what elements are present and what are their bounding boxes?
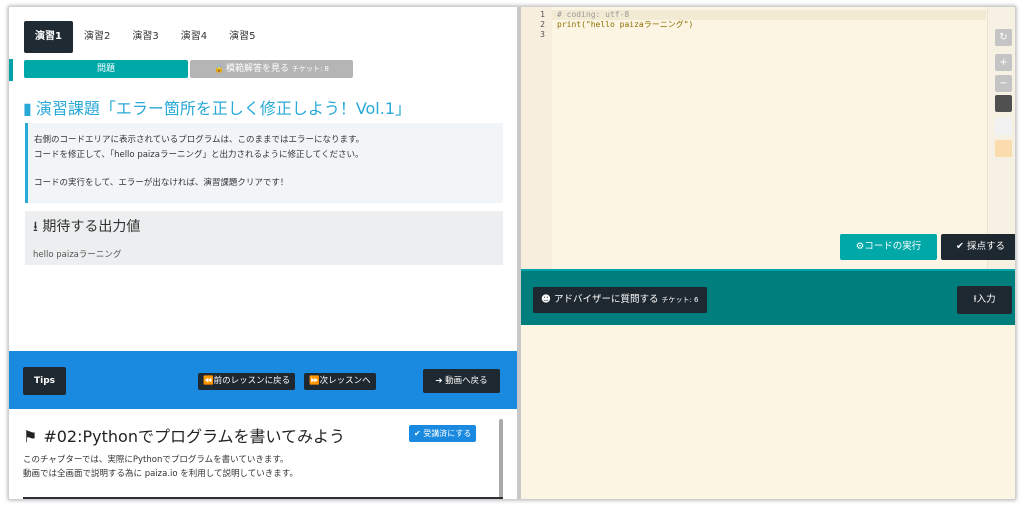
zoom-in-icon[interactable]: + [995, 54, 1012, 71]
code-function: print [557, 20, 582, 29]
code-line-1: # coding: utf-8 [557, 10, 630, 19]
model-answer-label: 模範解答を見る [225, 64, 289, 74]
description-line: 右側のコードエリアに表示されているプログラムは、このままではエラーになります。 [34, 135, 365, 145]
description-line: コードの実行をして、エラーが出なければ、演習課題クリアです！ [34, 178, 289, 188]
lesson-panel: 演習1 演習2 演習3 演習4 演習5 問題 🔒 模範解答を見る チケット: 8 ▮… [9, 7, 517, 499]
ask-advisor-label: アドバイザーに質問する [553, 294, 659, 305]
line-numbers: 1 2 3 [527, 10, 545, 40]
chapter-title: ⚑ #02:Pythonでプログラムを書いてみよう [23, 423, 345, 447]
users-icon: ☻ [541, 294, 551, 305]
chapter-description-line: 動画では全画面で説明する為に paiza.io を利用して説明していきます。 [23, 469, 298, 479]
back-to-video-button[interactable]: ➔ 動画へ戻る [423, 369, 500, 393]
download-icon: ⭳ [33, 219, 38, 235]
expected-output-heading: ⭳ 期待する出力値 [33, 216, 495, 240]
next-lesson-label: 次レッスンへ [319, 376, 371, 386]
console-toolbar: ☻ アドバイザーに質問する チケット: 6 ⭱入力 [521, 269, 1015, 325]
tab-exercise-5[interactable]: 演習5 [218, 21, 266, 53]
tips-bar: Tips ⏪前のレッスンに戻る ⏩次レッスンへ ➔ 動画へ戻る [9, 351, 517, 409]
tips-button[interactable]: Tips [23, 367, 66, 395]
task-description: 右側のコードエリアに表示されているプログラムは、このままではエラーになります。 … [25, 123, 503, 203]
advisor-ticket-count: チケット: 6 [661, 296, 699, 304]
line-number: 3 [540, 30, 545, 39]
ask-advisor-button[interactable]: ☻ アドバイザーに質問する チケット: 6 [533, 287, 707, 313]
theme-cream-swatch[interactable] [995, 140, 1012, 157]
code-editor[interactable]: # coding: utf-8 print("hello paizaラーニング") [557, 10, 693, 40]
task-title-text: 演習課題「エラー箇所を正しく修正しよう！Vol.1」 [35, 99, 412, 118]
input-button[interactable]: ⭱入力 [957, 286, 1012, 314]
gear-icon: ⚙ [855, 241, 865, 252]
check-icon: ✔ [955, 241, 964, 252]
check-icon: ✔ [414, 429, 421, 438]
zoom-out-icon[interactable]: − [995, 75, 1012, 92]
score-label: 採点する [966, 241, 1005, 252]
chapter-title-text: #02:Pythonでプログラムを書いてみよう [43, 427, 346, 446]
fast-forward-icon: ⏩ [309, 376, 320, 386]
editor-toolbar: ↻ + − [987, 7, 1015, 269]
exercise-tabs: 演習1 演習2 演習3 演習4 演習5 [24, 21, 266, 53]
app-window: 演習1 演習2 演習3 演習4 演習5 問題 🔒 模範解答を見る チケット: 8 ▮… [8, 6, 1016, 500]
lock-icon: 🔒 [213, 64, 224, 73]
code-argument: ("hello paizaラーニング") [581, 20, 694, 29]
task-title: ▮ 演習課題「エラー箇所を正しく修正しよう！Vol.1」 [23, 95, 411, 119]
tips-content: ⚑ #02:Pythonでプログラムを書いてみよう ✔ 受講済にする このチャプタ… [9, 409, 517, 499]
expected-output-heading-text: 期待する出力値 [42, 219, 141, 235]
theme-dark-swatch[interactable] [995, 95, 1012, 112]
chapter-description: このチャプターでは、実際にPythonでプログラムを書いていきます。 動画では全… [23, 453, 298, 481]
tab-exercise-3[interactable]: 演習3 [121, 21, 169, 53]
tab-exercise-2[interactable]: 演習2 [73, 21, 121, 53]
rewind-icon: ⏪ [203, 376, 214, 386]
chapter-description-line: このチャプターでは、実際にPythonでプログラムを書いていきます。 [23, 455, 289, 465]
prev-lesson-label: 前のレッスンに戻る [213, 376, 291, 386]
run-code-button[interactable]: ⚙コードの実行 [840, 234, 937, 260]
arrow-circle-icon: ➔ [435, 376, 443, 386]
line-number-gutter: 1 2 3 [521, 7, 552, 269]
accent-bar [9, 59, 13, 81]
video-strip [23, 497, 503, 499]
tab-exercise-1[interactable]: 演習1 [24, 21, 73, 53]
input-label: 入力 [976, 294, 996, 305]
editor-panel: 1 2 3 # coding: utf-8 print("hello paizaラ… [521, 7, 1015, 499]
line-number: 2 [540, 20, 545, 29]
code-line-2: print("hello paizaラーニング") [557, 20, 693, 30]
theme-light-swatch[interactable] [995, 118, 1012, 135]
back-to-video-label: 動画へ戻る [445, 376, 488, 386]
description-line: コードを修正して、「hello paizaラーニング」と出力されるように修正して… [34, 150, 364, 160]
line-number: 1 [540, 10, 545, 19]
reset-icon[interactable]: ↻ [995, 29, 1012, 46]
model-answer-tab[interactable]: 🔒 模範解答を見る チケット: 8 [190, 60, 353, 78]
run-code-label: コードの実行 [864, 241, 922, 252]
expected-output-value: hello paizaラーニング [33, 250, 122, 260]
scrollbar[interactable] [499, 419, 503, 499]
flag-icon: ⚑ [23, 427, 38, 446]
ticket-count: チケット: 8 [291, 65, 330, 73]
problem-tab[interactable]: 問題 [24, 60, 188, 78]
expected-output-box: ⭳ 期待する出力値 hello paizaラーニング [25, 211, 503, 265]
book-icon: ▮ [23, 99, 32, 118]
problem-subtabs: 問題 🔒 模範解答を見る チケット: 8 [24, 60, 353, 78]
next-lesson-button[interactable]: ⏩次レッスンへ [304, 373, 376, 390]
prev-lesson-button[interactable]: ⏪前のレッスンに戻る [198, 373, 296, 390]
mark-complete-label: 受講済にする [423, 429, 472, 438]
score-button[interactable]: ✔ 採点する [941, 234, 1015, 260]
tab-exercise-4[interactable]: 演習4 [170, 21, 218, 53]
mark-complete-button[interactable]: ✔ 受講済にする [409, 425, 477, 442]
